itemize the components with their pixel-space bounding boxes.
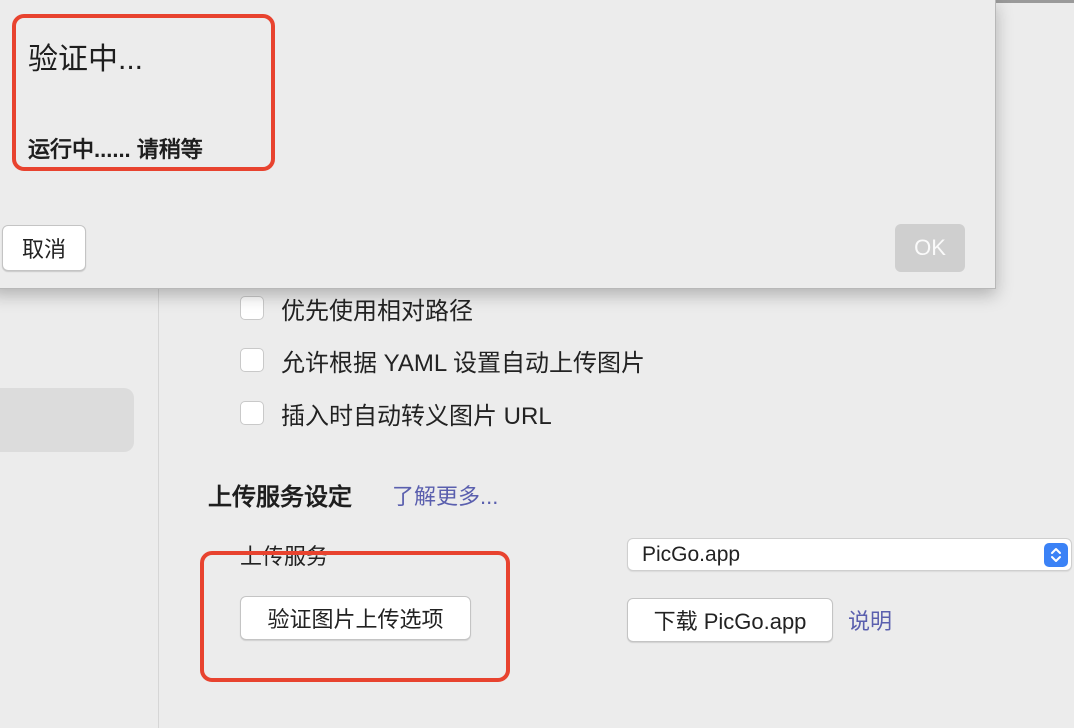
yaml-auto-upload-checkbox[interactable] [240,348,264,372]
cancel-button[interactable]: 取消 [2,225,86,271]
verifying-dialog: 验证中... 运行中...... 请稍等 取消 OK [0,0,996,289]
dialog-title: 验证中... [28,43,144,76]
upload-service-value: PicGo.app [642,542,741,566]
checkbox-row-relative-path[interactable]: 优先使用相对路径 [240,293,473,325]
upload-service-label: 上传服务 [240,544,329,569]
verify-upload-button[interactable]: 验证图片上传选项 [240,596,471,640]
download-picgo-button[interactable]: 下载 PicGo.app [627,598,833,642]
chevron-up-down-icon [1044,543,1068,567]
checkbox-label: 优先使用相对路径 [281,297,473,325]
escape-url-checkbox[interactable] [240,401,264,425]
checkbox-row-yaml-auto-upload[interactable]: 允许根据 YAML 设置自动上传图片 [240,345,646,377]
checkbox-row-escape-url[interactable]: 插入时自动转义图片 URL [240,398,552,430]
upload-section-title: 上传服务设定 [208,484,352,511]
learn-more-link[interactable]: 了解更多... [392,479,498,511]
dialog-message: 运行中...... 请稍等 [28,137,203,162]
checkbox-label: 插入时自动转义图片 URL [281,402,552,430]
upload-service-select[interactable]: PicGo.app [627,538,1072,571]
relative-path-checkbox[interactable] [240,296,264,320]
explain-link[interactable]: 说明 [848,604,892,636]
checkbox-label: 允许根据 YAML 设置自动上传图片 [281,349,646,377]
sidebar-item-selected[interactable] [0,388,134,452]
ok-button[interactable]: OK [895,224,965,272]
